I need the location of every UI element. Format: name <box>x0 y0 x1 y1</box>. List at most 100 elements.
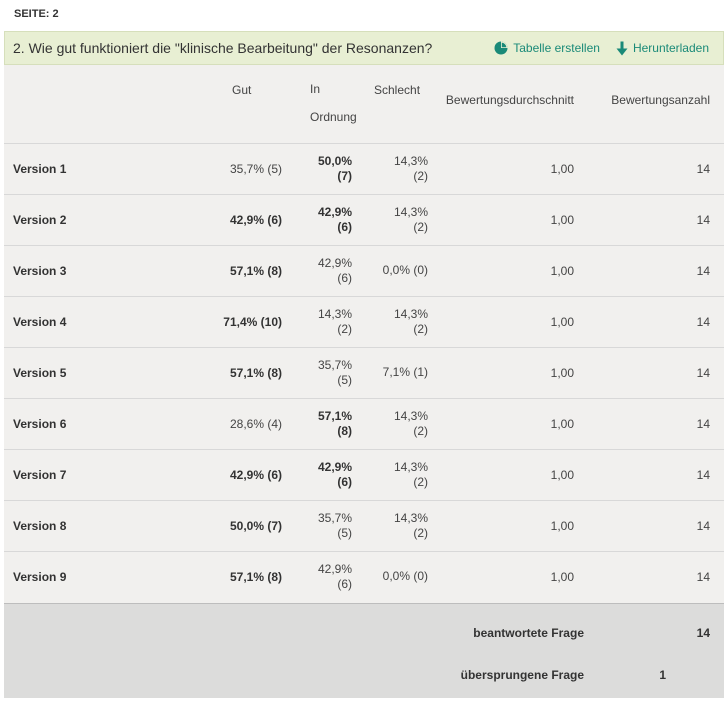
cell-schlecht-count: (2) <box>413 525 428 540</box>
page-label: SEITE: 2 <box>14 8 59 20</box>
cell-in-ordnung-pct: 57,1% <box>317 408 352 423</box>
cell-count: 14 <box>588 398 724 450</box>
cell-in-ordnung-pct: 35,7% <box>317 357 352 372</box>
cell-in-ordnung: 57,1% (8) <box>294 398 364 450</box>
cell-count: 14 <box>588 449 724 501</box>
cell-schlecht: 14,3% (2) <box>364 296 442 348</box>
header-gut: Gut <box>154 65 294 144</box>
cell-gut: 57,1% (8) <box>154 347 294 399</box>
cell-in-ordnung-pct: 42,9% <box>317 204 352 219</box>
cell-in-ordnung: 42,9% (6) <box>294 194 364 246</box>
cell-schlecht-count: (2) <box>413 321 428 336</box>
cell-schlecht-count: (2) <box>413 423 428 438</box>
create-table-label: Tabelle erstellen <box>513 41 600 55</box>
cell-in-ordnung-count: (8) <box>337 423 352 438</box>
cell-in-ordnung: 50,0% (7) <box>294 143 364 195</box>
table-header-row: Gut In Ordnung Schlecht Bewertungsdurchs… <box>4 65 724 144</box>
cell-schlecht: 14,3% (2) <box>364 500 442 552</box>
cell-count: 14 <box>588 296 724 348</box>
cell-schlecht-pct: 14,3% <box>393 153 428 168</box>
cell-in-ordnung-count: (5) <box>337 525 352 540</box>
pie-chart-icon <box>494 41 508 55</box>
cell-average: 1,00 <box>442 500 588 552</box>
cell-schlecht-pct: 7,1% (1) <box>382 365 428 379</box>
cell-gut: 71,4% (10) <box>154 296 294 348</box>
cell-in-ordnung-count: (6) <box>337 219 352 234</box>
cell-gut: 28,6% (4) <box>154 398 294 450</box>
cell-in-ordnung-count: (6) <box>337 576 352 591</box>
cell-in-ordnung: 42,9% (6) <box>294 449 364 501</box>
cell-in-ordnung-count: (5) <box>337 372 352 387</box>
table-row: Version 7 42,9% (6) 42,9% (6) 14,3% (2) 1,00 14 <box>4 449 724 501</box>
cell-gut: 50,0% (7) <box>154 500 294 552</box>
cell-in-ordnung: 14,3% (2) <box>294 296 364 348</box>
row-label: Version 4 <box>4 296 154 348</box>
cell-in-ordnung-count: (7) <box>337 168 352 183</box>
results-table: Gut In Ordnung Schlecht Bewertungsdurchs… <box>4 65 724 602</box>
cell-schlecht-pct: 0,0% (0) <box>382 263 428 277</box>
question-actions: Tabelle erstellen Herunterladen <box>494 41 709 56</box>
cell-gut: 57,1% (8) <box>229 569 282 584</box>
cell-average: 1,00 <box>442 245 588 297</box>
skipped-value: 1 <box>659 668 666 682</box>
cell-in-ordnung-pct: 42,9% <box>317 459 352 474</box>
download-button[interactable]: Herunterladen <box>616 41 709 56</box>
cell-schlecht: 0,0% (0) <box>364 245 442 297</box>
cell-schlecht-count: (2) <box>413 474 428 489</box>
cell-count: 14 <box>588 500 724 552</box>
row-label: Version 5 <box>4 347 154 399</box>
table-row: Version 6 28,6% (4) 57,1% (8) 14,3% (2) 1,00 14 <box>4 398 724 450</box>
download-label: Herunterladen <box>632 41 709 55</box>
row-label: Version 6 <box>4 398 154 450</box>
answered-value: 14 <box>696 626 710 640</box>
results-table-container: Gut In Ordnung Schlecht Bewertungsdurchs… <box>4 65 724 603</box>
cell-in-ordnung-pct: 42,9% <box>317 255 352 270</box>
cell-average: 1,00 <box>442 296 588 348</box>
cell-average: 1,00 <box>442 194 588 246</box>
cell-average: 1,00 <box>442 347 588 399</box>
cell-count: 14 <box>696 569 710 584</box>
cell-schlecht-pct: 14,3% <box>393 510 428 525</box>
row-label: Version 8 <box>4 500 154 552</box>
skipped-label: übersprungene Frage <box>460 668 584 682</box>
cell-schlecht: 14,3% (2) <box>364 143 442 195</box>
cell-average: 1,00 <box>442 449 588 501</box>
row-label: Version 9 <box>13 569 67 584</box>
cell-average: 1,00 <box>550 569 574 584</box>
cell-schlecht: 14,3% (2) <box>364 398 442 450</box>
cell-in-ordnung-count: (2) <box>337 321 352 336</box>
header-in-ordnung-line1: In <box>310 82 321 96</box>
cell-in-ordnung-pct: 14,3% <box>317 306 352 321</box>
header-in-ordnung-line2: Ordnung <box>310 110 357 124</box>
summary-footer: beantwortete Frage 14 übersprungene Frag… <box>4 603 724 698</box>
cell-count: 14 <box>588 245 724 297</box>
header-in-ordnung: In Ordnung <box>294 65 364 144</box>
cell-schlecht-count: (2) <box>413 219 428 234</box>
question-title: 2. Wie gut funktioniert die "klinische B… <box>13 40 433 56</box>
cell-average: 1,00 <box>442 398 588 450</box>
header-schlecht: Schlecht <box>364 65 442 144</box>
skipped-row: übersprungene Frage 1 <box>4 668 724 688</box>
download-arrow-icon <box>616 41 628 56</box>
row-label: Version 1 <box>4 143 154 195</box>
answered-label: beantwortete Frage <box>473 626 584 640</box>
table-row: Version 2 42,9% (6) 42,9% (6) 14,3% (2) 1,00 14 <box>4 194 724 246</box>
header-count: Bewertungsanzahl <box>588 65 724 144</box>
cell-in-ordnung-pct: 35,7% <box>317 510 352 525</box>
header-label <box>4 65 154 144</box>
cell-average: 1,00 <box>442 143 588 195</box>
row-label: Version 3 <box>4 245 154 297</box>
cell-in-ordnung: 42,9% (6) <box>294 245 364 297</box>
cell-schlecht-pct: 0,0% (0) <box>382 569 428 584</box>
cell-gut: 42,9% (6) <box>154 449 294 501</box>
row-label: Version 7 <box>4 449 154 501</box>
cell-in-ordnung-pct: 42,9% <box>317 561 352 576</box>
table-row: Version 9 57,1% (8) 42,9% (6) 0,0% (0) 1,00 14 <box>4 551 724 602</box>
cell-schlecht: 7,1% (1) <box>364 347 442 399</box>
cell-in-ordnung: 42,9% (6) <box>294 551 364 602</box>
table-row: Version 5 57,1% (8) 35,7% (5) 7,1% (1) 1,00 14 <box>4 347 724 399</box>
table-row: Version 1 35,7% (5) 50,0% (7) 14,3% (2) 1,00 14 <box>4 143 724 195</box>
cell-in-ordnung: 35,7% (5) <box>294 500 364 552</box>
cell-schlecht: 14,3% (2) <box>364 194 442 246</box>
create-table-button[interactable]: Tabelle erstellen <box>494 41 600 55</box>
